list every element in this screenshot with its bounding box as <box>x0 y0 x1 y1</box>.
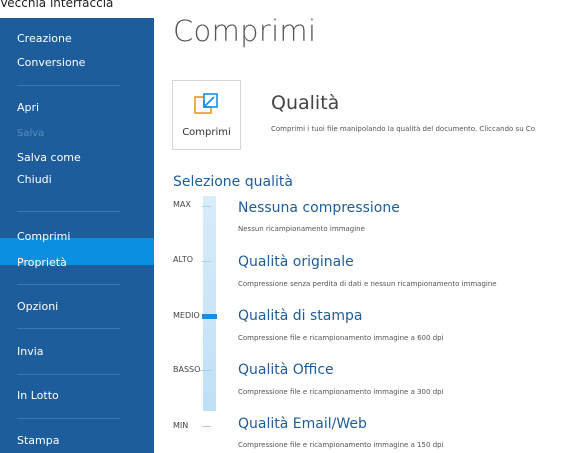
option-description: Compressione file e ricampionamento imma… <box>238 334 444 342</box>
option-qualita-office[interactable]: Qualità Office <box>238 362 334 378</box>
option-nessuna-compressione[interactable]: Nessuna compressione <box>238 200 400 216</box>
sidebar-divider <box>17 418 120 419</box>
sidebar-divider <box>17 374 120 375</box>
sidebar-item-stampa[interactable]: Stampa <box>17 434 59 447</box>
sidebar-item-comprimi[interactable]: Comprimi <box>17 230 70 243</box>
quality-selection-heading: Selezione qualità <box>173 174 293 190</box>
page-title: Comprimi <box>173 14 317 48</box>
option-description: Compressione senza perdita di dati e nes… <box>238 280 497 288</box>
compress-button-label: Comprimi <box>182 127 231 138</box>
level-tick <box>202 206 211 207</box>
sidebar-item-in-lotto[interactable]: In Lotto <box>17 389 59 402</box>
sidebar-divider <box>17 328 120 329</box>
level-label-basso: BASSO <box>173 365 201 374</box>
option-qualita-originale[interactable]: Qualità originale <box>238 254 354 270</box>
sidebar-item-salva: Salva <box>17 128 45 139</box>
compress-button[interactable]: Comprimi <box>172 80 241 150</box>
option-qualita-email-web[interactable]: Qualità Email/Web <box>238 416 367 432</box>
option-description: Nessun ricampionamento immagine <box>238 225 365 233</box>
level-tick <box>202 426 211 427</box>
sidebar-divider <box>17 85 120 86</box>
window-title: Vecchia interfaccia <box>0 0 114 10</box>
sidebar-item-salva-come[interactable]: Salva come <box>17 151 81 164</box>
sidebar-item-conversione[interactable]: Conversione <box>17 56 85 69</box>
level-label-medio: MEDIO <box>173 311 200 320</box>
sidebar-divider <box>17 284 120 285</box>
sidebar-item-apri[interactable]: Apri <box>17 101 39 114</box>
sidebar: Creazione Conversione Apri Salva Salva c… <box>0 18 154 453</box>
sidebar-item-invia[interactable]: Invia <box>17 345 44 358</box>
sidebar-item-chiudi[interactable]: Chiudi <box>17 173 52 186</box>
option-description: Compressione file e ricampionamento imma… <box>238 388 444 396</box>
level-tick <box>200 370 211 371</box>
sidebar-item-creazione[interactable]: Creazione <box>17 32 72 45</box>
sidebar-item-opzioni[interactable]: Opzioni <box>17 300 58 313</box>
level-label-alto: ALTO <box>173 255 194 264</box>
compress-icon <box>194 93 218 114</box>
quality-slider-thumb[interactable] <box>202 314 217 319</box>
level-label-min: MIN <box>173 421 189 430</box>
option-description: Compressione file e ricampionamento imma… <box>238 441 444 449</box>
sidebar-divider <box>17 211 120 212</box>
quality-description: Comprimi i tuoi file manipolando la qual… <box>271 125 536 133</box>
level-tick <box>202 261 211 262</box>
option-qualita-di-stampa[interactable]: Qualità di stampa <box>238 308 362 324</box>
level-label-max: MAX <box>173 200 191 209</box>
sidebar-item-proprieta[interactable]: Proprietà <box>17 256 67 269</box>
quality-heading: Qualità <box>271 92 340 114</box>
quality-slider-track[interactable] <box>203 196 216 411</box>
